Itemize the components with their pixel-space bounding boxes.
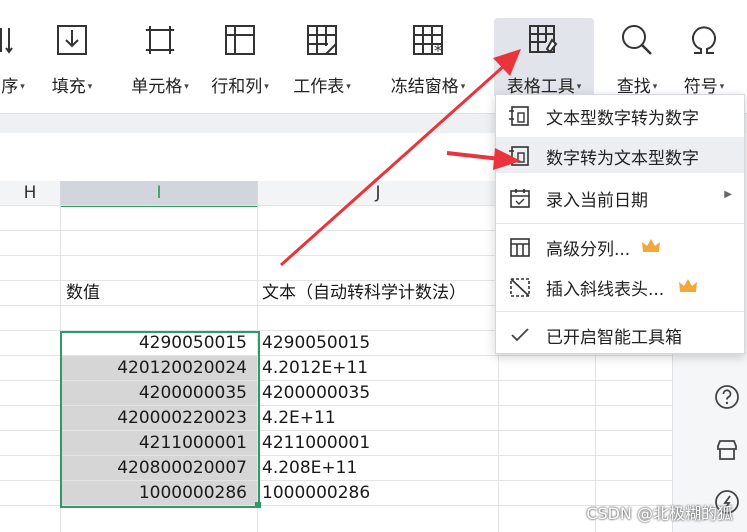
calendar-icon xyxy=(508,187,532,209)
worksheet-icon xyxy=(304,22,340,58)
split-columns-icon xyxy=(508,236,532,258)
column-header-h[interactable]: H xyxy=(0,181,61,206)
watermark-text: CSDN @北极糊的狐 xyxy=(586,504,733,523)
cell-j-value[interactable]: 4200000035 xyxy=(262,381,370,405)
column-header-j[interactable]: J xyxy=(258,181,499,206)
symbol-button[interactable]: 符号 ▾ xyxy=(676,18,732,98)
cell-j-value[interactable]: 4290050015 xyxy=(262,331,370,355)
cell-button[interactable]: 单元格 ▾ xyxy=(122,18,198,98)
menu-item-label: 数字转为文本型数字 xyxy=(546,149,699,169)
fill-button[interactable]: 填充 ▾ xyxy=(44,18,100,98)
rows-columns-button[interactable]: 行和列 ▾ xyxy=(205,18,275,98)
selection-range xyxy=(60,331,260,508)
worksheet-label: 工作表 xyxy=(293,77,345,97)
sort-button[interactable]: 序 ▾ xyxy=(0,18,36,98)
cell-icon xyxy=(142,22,178,58)
cell-j-value[interactable]: 4.208E+11 xyxy=(262,456,357,480)
search-button[interactable]: 查找 ▾ xyxy=(612,18,662,98)
freeze-panes-icon: * xyxy=(410,22,446,60)
cell-i-header[interactable]: 数值 xyxy=(66,281,100,305)
premium-crown-icon xyxy=(641,238,661,254)
worksheet-button[interactable]: 工作表 ▾ xyxy=(287,18,357,98)
menu-item-diagonal-header[interactable]: 插入斜线表头... xyxy=(496,268,744,304)
menu-item-smart-toolbox[interactable]: 已开启智能工具箱 xyxy=(496,316,744,352)
store-icon[interactable] xyxy=(713,436,741,464)
svg-text:*: * xyxy=(434,41,442,58)
cell-label: 单元格 xyxy=(131,77,183,97)
sort-icon xyxy=(0,22,31,58)
table-tools-dropdown-menu: 文本型数字转为数字 数字转为文本型数字 录入当前日期 ▶ 高级分列... 插入斜… xyxy=(495,94,745,354)
menu-divider xyxy=(496,223,744,224)
menu-divider xyxy=(496,311,744,312)
diagonal-header-icon xyxy=(508,276,532,298)
fill-label: 填充 xyxy=(51,77,86,97)
menu-item-number-to-text[interactable]: 数字转为文本型数字 xyxy=(496,137,744,173)
fill-handle[interactable] xyxy=(255,502,261,508)
cell-j-value[interactable]: 4211000001 xyxy=(262,431,370,455)
search-icon xyxy=(619,22,655,58)
menu-item-label: 录入当前日期 xyxy=(546,191,648,211)
menu-item-text-to-number[interactable]: 文本型数字转为数字 xyxy=(496,97,744,133)
menu-item-label: 已开启智能工具箱 xyxy=(546,328,682,348)
rows-columns-icon xyxy=(222,22,258,58)
submenu-arrow-icon: ▶ xyxy=(724,189,732,200)
menu-item-label: 插入斜线表头... xyxy=(546,280,665,300)
cell-j-header[interactable]: 文本（自动转科学计数法） xyxy=(262,281,466,305)
column-header-i[interactable]: I xyxy=(61,181,258,207)
menu-item-insert-date[interactable]: 录入当前日期 ▶ xyxy=(496,179,744,215)
freeze-panes-label: 冻结窗格 xyxy=(390,77,459,97)
checkmark-icon xyxy=(508,324,532,346)
text-to-number-icon xyxy=(508,105,532,127)
menu-item-label: 文本型数字转为数字 xyxy=(546,109,699,129)
sort-label: 序 xyxy=(1,77,19,97)
freeze-panes-button[interactable]: * 冻结窗格 ▾ xyxy=(383,18,473,98)
menu-item-label: 高级分列... xyxy=(546,240,631,260)
table-tools-button[interactable]: 表格工具 ▾ xyxy=(494,18,594,98)
help-icon[interactable] xyxy=(713,383,741,411)
omega-symbol-icon xyxy=(686,22,722,58)
menu-item-advanced-split[interactable]: 高级分列... xyxy=(496,228,744,264)
cell-j-value[interactable]: 4.2012E+11 xyxy=(262,356,368,380)
rows-columns-label: 行和列 xyxy=(211,77,263,97)
number-to-text-icon xyxy=(508,145,532,167)
cell-j-value[interactable]: 1000000286 xyxy=(262,481,370,505)
fill-icon xyxy=(54,22,90,58)
table-tools-icon xyxy=(526,22,562,58)
premium-crown-icon xyxy=(678,278,698,294)
cell-j-value[interactable]: 4.2E+11 xyxy=(262,406,336,430)
